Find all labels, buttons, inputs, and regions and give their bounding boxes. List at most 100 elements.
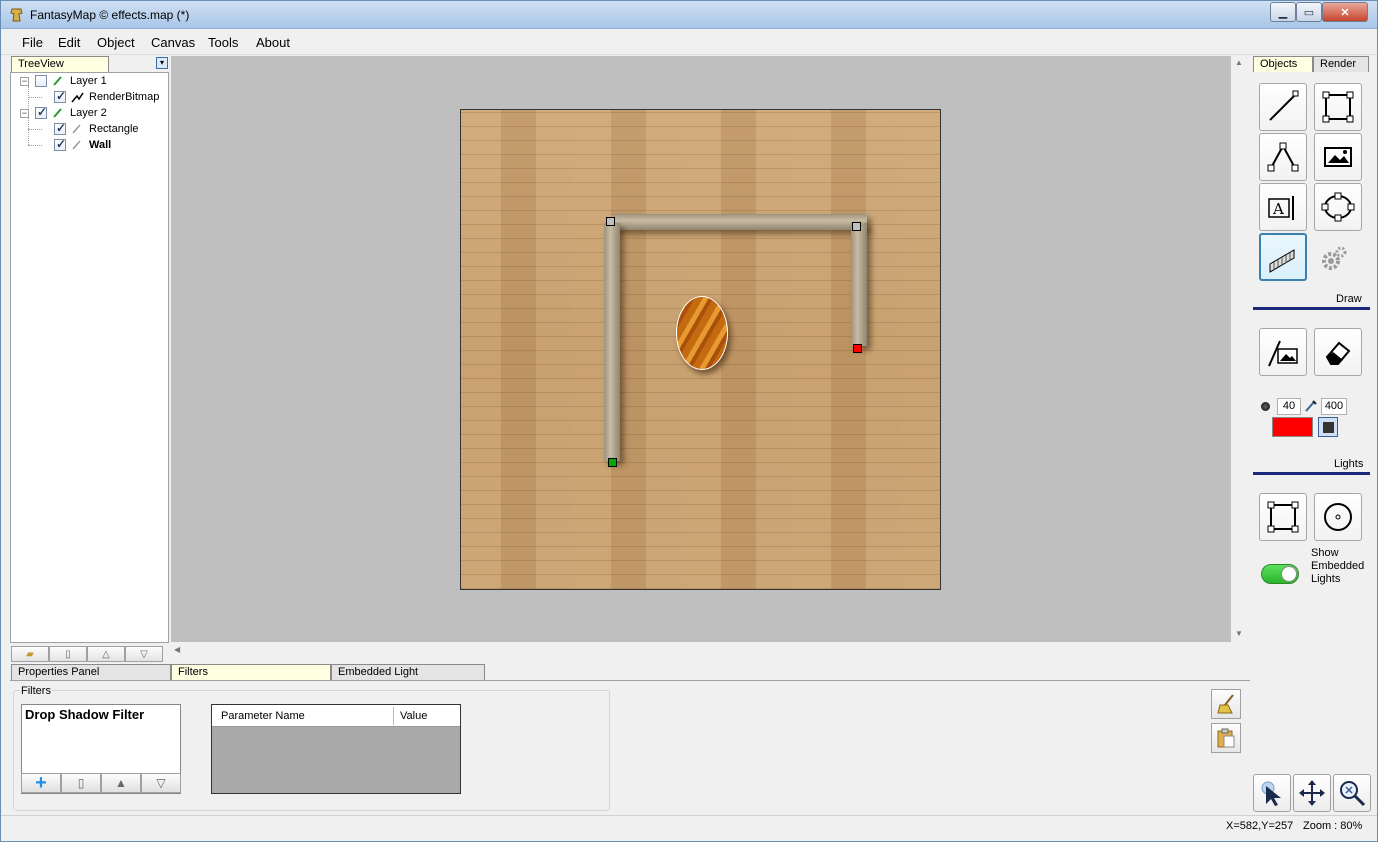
column-header-parameter[interactable]: Parameter Name <box>221 710 305 722</box>
tree-item-renderbitmap[interactable]: RenderBitmap <box>54 89 159 105</box>
tree-item-layer2[interactable]: Layer 2 <box>35 105 107 121</box>
close-button[interactable]: ✕ <box>1322 2 1368 22</box>
svg-text:A: A <box>1272 200 1284 218</box>
menu-object[interactable]: Object <box>97 35 135 50</box>
tree-item-rectangle[interactable]: Rectangle <box>54 121 139 137</box>
tab-embedded-light[interactable]: Embedded Light <box>331 664 485 680</box>
horizontal-scrollbar[interactable]: ◀ <box>171 642 1231 660</box>
tab-render-label: Render <box>1320 58 1357 70</box>
pencil-gray-icon <box>72 140 81 150</box>
pencil-icon <box>53 76 62 86</box>
checkbox-renderbitmap[interactable] <box>54 89 66 103</box>
color-picker-button[interactable] <box>1318 417 1338 437</box>
wall-left-segment[interactable] <box>604 223 620 461</box>
folder-icon: ▰ <box>26 648 34 660</box>
light-rect-button[interactable] <box>1259 493 1307 541</box>
tree-panel: − Layer 1 RenderBitmap − Layer 2 Rectang… <box>10 72 169 643</box>
paint-bitmap-icon <box>1268 340 1298 367</box>
brush-strength-field[interactable]: 400 <box>1321 398 1347 415</box>
brush-size-icon <box>1261 402 1270 411</box>
wall-tool-button[interactable] <box>1259 233 1307 281</box>
scroll-down-icon[interactable]: ▼ <box>1235 629 1243 638</box>
tab-treeview-label: TreeView <box>18 58 64 70</box>
scroll-up-icon[interactable]: ▲ <box>1235 58 1243 67</box>
brush-size-field[interactable]: 40 <box>1277 398 1301 415</box>
tab-render[interactable]: Render <box>1313 56 1369 72</box>
light-point-button[interactable] <box>1314 493 1362 541</box>
tab-objects[interactable]: Objects <box>1253 56 1313 72</box>
pan-tool-button[interactable] <box>1293 774 1331 812</box>
expand-layer2[interactable]: − <box>20 109 29 118</box>
arrow-down-icon: ▽ <box>156 776 166 790</box>
paint-bitmap-button[interactable] <box>1259 328 1307 376</box>
ellipse-tool-button[interactable] <box>1314 183 1362 231</box>
menu-edit[interactable]: Edit <box>58 35 80 50</box>
rectangle-tool-button[interactable] <box>1314 83 1362 131</box>
app-window: FantasyMap © effects.map (*) ▁ ▭ ✕ File … <box>0 0 1378 842</box>
clear-filters-button[interactable] <box>1211 689 1241 719</box>
color-picker-icon <box>1322 421 1334 433</box>
embedded-lights-toggle[interactable] <box>1261 564 1299 584</box>
move-down-button[interactable]: ▽ <box>125 646 163 662</box>
zoom-tool-button[interactable] <box>1333 774 1371 812</box>
image-tool-button[interactable] <box>1314 133 1362 181</box>
image-icon <box>1324 147 1352 167</box>
move-up-button[interactable]: △ <box>87 646 125 662</box>
add-filter-button[interactable]: + <box>21 773 61 793</box>
delete-filter-button[interactable]: ▯ <box>61 773 101 793</box>
tree-item-wall[interactable]: Wall <box>54 137 111 153</box>
column-header-value[interactable]: Value <box>400 710 427 722</box>
parameter-grid[interactable]: Parameter Name Value <box>211 704 461 794</box>
tree-item-layer1[interactable]: Layer 1 <box>35 73 107 89</box>
trash-icon: ▯ <box>65 648 71 660</box>
map-document[interactable] <box>460 109 941 590</box>
wall-node-handle[interactable] <box>606 217 615 226</box>
polyline-tool-button[interactable] <box>1259 133 1307 181</box>
wall-node-handle[interactable] <box>852 222 861 231</box>
minimize-icon: ▁ <box>1278 6 1288 19</box>
filters-group-label: Filters <box>20 685 52 697</box>
filter-down-button[interactable]: ▽ <box>141 773 181 793</box>
tree-connector <box>28 97 42 98</box>
checkbox-wall[interactable] <box>54 137 66 151</box>
wall-right-segment[interactable] <box>851 223 867 346</box>
tab-treeview[interactable]: TreeView <box>11 56 109 72</box>
broom-icon <box>1217 694 1234 714</box>
menu-about[interactable]: About <box>256 35 290 50</box>
minimize-button[interactable]: ▁ <box>1270 2 1296 22</box>
paste-filter-button[interactable] <box>1211 723 1241 753</box>
add-layer-button[interactable]: ▰ <box>11 646 49 662</box>
text-tool-button[interactable]: A <box>1259 183 1307 231</box>
scroll-left-icon[interactable]: ◀ <box>174 645 180 654</box>
checkbox-rectangle[interactable] <box>54 121 66 135</box>
wall-top-segment[interactable] <box>611 214 867 230</box>
clipboard-icon <box>1217 728 1235 748</box>
dock-pin-icon[interactable]: ▾ <box>156 57 168 69</box>
menu-bar: File Edit Object Canvas Tools About <box>1 30 1377 55</box>
cursor-icon <box>1261 781 1281 806</box>
expand-layer1[interactable]: − <box>20 77 29 86</box>
menu-file[interactable]: File <box>22 35 43 50</box>
filter-list-item[interactable]: Drop Shadow Filter <box>25 707 144 722</box>
tab-filters[interactable]: Filters <box>171 664 331 680</box>
checkbox-layer1[interactable] <box>35 75 47 87</box>
vertical-scrollbar[interactable]: ▲ ▼ <box>1231 56 1249 642</box>
section-label-lights: Lights <box>1334 458 1364 470</box>
eraser-button[interactable] <box>1314 328 1362 376</box>
gear-settings-button[interactable] <box>1319 244 1349 274</box>
cursor-coordinates: X=582,Y=257 <box>1226 820 1294 832</box>
wall-start-handle[interactable] <box>608 458 617 467</box>
brush-color-swatch[interactable] <box>1272 417 1313 437</box>
tab-properties-panel[interactable]: Properties Panel <box>11 664 171 680</box>
maximize-button[interactable]: ▭ <box>1296 2 1322 22</box>
select-tool-button[interactable] <box>1253 774 1291 812</box>
section-divider <box>1253 307 1370 310</box>
menu-tools[interactable]: Tools <box>208 35 238 50</box>
ellipse-object[interactable] <box>676 296 728 370</box>
filter-up-button[interactable]: ▲ <box>101 773 141 793</box>
wall-end-handle[interactable] <box>853 344 862 353</box>
line-tool-button[interactable] <box>1259 83 1307 131</box>
delete-layer-button[interactable]: ▯ <box>49 646 87 662</box>
menu-canvas[interactable]: Canvas <box>151 35 195 50</box>
checkbox-layer2[interactable] <box>35 105 47 119</box>
